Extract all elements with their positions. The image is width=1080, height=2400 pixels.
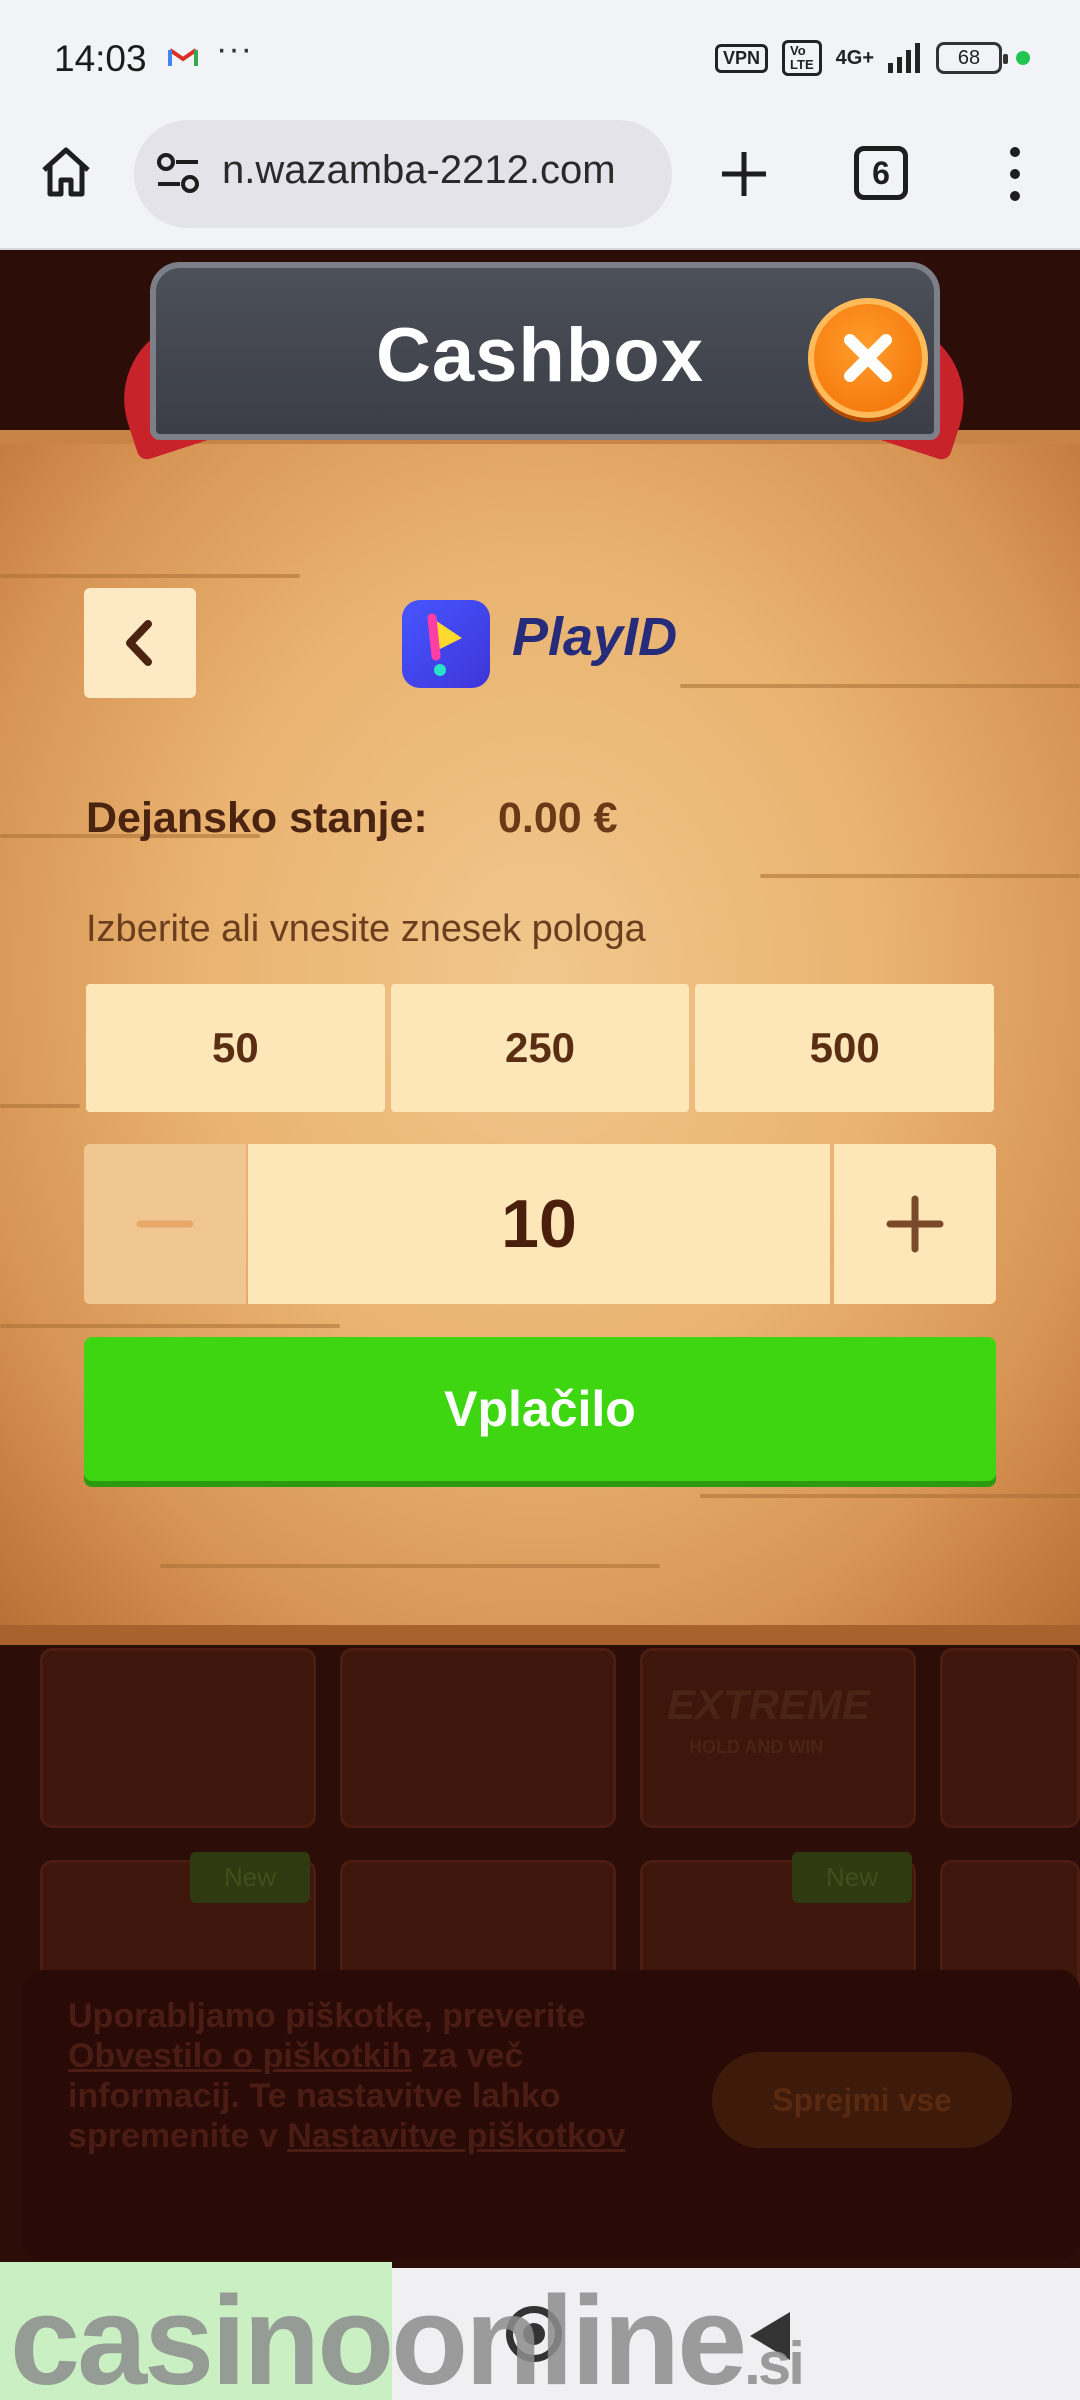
tabs-button[interactable]: 6	[854, 146, 908, 200]
signal-icon	[888, 43, 920, 73]
amount-input[interactable]: 10	[248, 1144, 830, 1304]
cookie-text-part: Uporabljamo piškotke, preverite	[68, 1997, 586, 2035]
wood-grain	[760, 874, 1080, 878]
wood-grain	[0, 1104, 80, 1108]
cookie-settings-link[interactable]: Nastavitve piškotkov	[287, 2117, 625, 2155]
url-text[interactable]: n.wazamba-2212.com	[222, 148, 662, 193]
deposit-button[interactable]: Vplačilo	[84, 1337, 996, 1481]
payment-provider-name: PlayID	[512, 607, 678, 667]
status-bar: 14:03 ··· VPN Vo LTE 4G+ 68	[0, 0, 1080, 120]
modal-title: Cashbox	[376, 313, 704, 398]
battery-icon: 68	[936, 42, 1008, 74]
browser-toolbar: n.wazamba-2212.com 6	[0, 120, 1080, 250]
wood-grain	[700, 1494, 1080, 1498]
wood-grain	[0, 1324, 340, 1328]
game-tile	[940, 1648, 1080, 1828]
cookie-text: Uporabljamo piškotke, preverite Obvestil…	[68, 1996, 688, 2156]
status-icons: VPN Vo LTE 4G+ 68	[715, 38, 1030, 78]
playid-logo-icon	[402, 600, 490, 688]
vpn-icon: VPN	[715, 43, 769, 73]
wood-grain	[680, 684, 1080, 688]
back-button[interactable]	[84, 588, 196, 698]
playid-mark-icon	[427, 613, 462, 676]
amount-stepper: 10	[84, 1144, 996, 1304]
game-subtitle: HOLD AND WIN	[689, 1737, 824, 1757]
new-badge: New	[792, 1852, 913, 1903]
game-tile	[40, 1648, 316, 1828]
watermark-text: casinoonline.si	[10, 2268, 805, 2400]
menu-icon[interactable]	[1000, 144, 1030, 204]
site-settings-icon[interactable]	[154, 150, 202, 196]
plus-icon	[886, 1195, 944, 1253]
address-bar[interactable]: n.wazamba-2212.com	[134, 120, 672, 228]
preset-amount-button[interactable]: 250	[390, 984, 690, 1112]
preset-amounts: 50 250 500	[86, 984, 995, 1112]
more-notifications-icon: ···	[216, 30, 253, 68]
wood-grain	[160, 1564, 660, 1568]
new-badge: New	[190, 1852, 311, 1903]
watermark-wordmark: casinoonline	[10, 2270, 747, 2400]
preset-amount-button[interactable]: 500	[695, 984, 995, 1112]
wood-grain	[0, 574, 300, 578]
close-icon	[844, 334, 892, 382]
minus-icon	[136, 1220, 194, 1228]
close-button[interactable]	[808, 298, 928, 418]
balance-label: Dejansko stanje:	[86, 794, 428, 842]
cookie-notice-link[interactable]: Obvestilo o piškotkih	[68, 2037, 412, 2075]
accept-cookies-button[interactable]: Sprejmi vse	[712, 2052, 1012, 2148]
game-tile	[340, 1648, 616, 1828]
home-icon[interactable]	[38, 144, 94, 200]
preset-amount-button[interactable]: 50	[86, 984, 385, 1112]
gmail-icon	[168, 48, 198, 66]
network-type: 4G+	[835, 46, 874, 69]
watermark: casinoonline.si	[0, 2262, 1080, 2400]
game-title: EXTREME	[667, 1681, 871, 1728]
decrease-amount-button[interactable]	[84, 1144, 246, 1304]
increase-amount-button[interactable]	[834, 1144, 996, 1304]
watermark-suffix: .si	[744, 2330, 805, 2397]
privacy-indicator-icon	[1016, 51, 1030, 65]
game-tile: EXTREME HOLD AND WIN	[640, 1648, 916, 1828]
balance-value: 0.00 €	[498, 794, 618, 842]
clock: 14:03	[54, 38, 147, 79]
new-tab-icon[interactable]	[712, 142, 776, 206]
volte-icon: Vo LTE	[782, 40, 822, 76]
amount-prompt: Izberite ali vnesite znesek pologa	[86, 908, 646, 950]
cookie-banner: Uporabljamo piškotke, preverite Obvestil…	[22, 1970, 1080, 2260]
chevron-left-icon	[126, 620, 152, 666]
